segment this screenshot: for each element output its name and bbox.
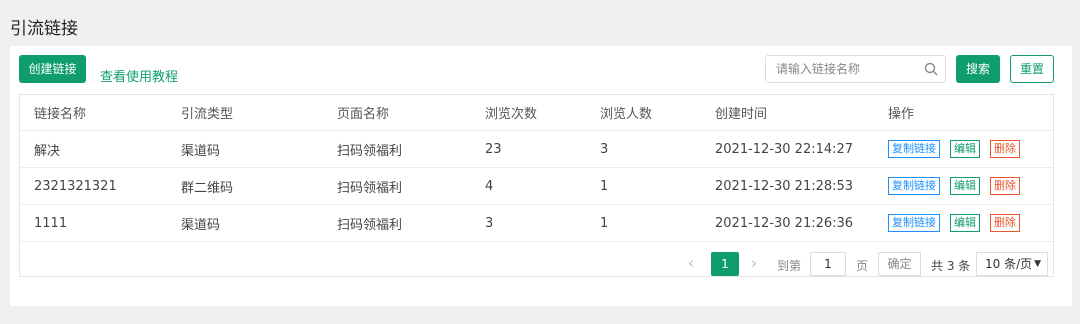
column-header-views: 浏览次数 xyxy=(471,95,586,131)
cell-views: 4 xyxy=(471,167,586,205)
cell-link-name: 解决 xyxy=(20,130,167,168)
main-panel: 创建链接 查看使用教程 搜索 重置 链接名称 引流类型 页面名称 浏览次数 浏览… xyxy=(10,46,1072,306)
cell-visitors: 1 xyxy=(586,167,701,205)
goto-confirm-button[interactable]: 确定 xyxy=(878,252,921,276)
column-header-visitors: 浏览人数 xyxy=(586,95,701,131)
create-link-button[interactable]: 创建链接 xyxy=(19,55,86,83)
goto-label: 到第 xyxy=(777,259,802,273)
search-box xyxy=(765,55,946,83)
cell-views: 23 xyxy=(471,130,586,168)
goto-page-input[interactable]: 1 xyxy=(810,252,846,276)
cell-traffic-type: 渠道码 xyxy=(167,204,323,242)
page-size-value: 10 条/页 xyxy=(985,257,1033,271)
caret-down-icon: ▼ xyxy=(1034,259,1041,269)
copy-link-button[interactable]: 复制链接 xyxy=(888,177,940,195)
table-row: 2321321321 群二维码 扫码领福利 4 1 2021-12-30 21:… xyxy=(20,167,1053,205)
pagination: ‹ 1 › 到第 1 页 确定 共 3 条 10 条/页 ▼ xyxy=(20,250,1053,277)
cell-page-name: 扫码领福利 xyxy=(323,204,471,242)
page-suffix-label: 页 xyxy=(856,259,869,273)
search-icon[interactable] xyxy=(924,62,938,76)
cell-created-time: 2021-12-30 21:26:36 xyxy=(701,204,874,242)
page-number-button[interactable]: 1 xyxy=(711,252,739,276)
total-count: 共 3 条 xyxy=(931,259,971,273)
table-row: 1111 渠道码 扫码领福利 3 1 2021-12-30 21:26:36 复… xyxy=(20,204,1053,242)
column-header-link-name: 链接名称 xyxy=(20,95,167,131)
search-input[interactable] xyxy=(766,56,924,82)
links-table: 链接名称 引流类型 页面名称 浏览次数 浏览人数 创建时间 操作 解决 渠道码 … xyxy=(19,94,1054,277)
cell-visitors: 1 xyxy=(586,204,701,242)
chevron-right-icon[interactable]: › xyxy=(751,254,757,272)
delete-button[interactable]: 删除 xyxy=(990,177,1020,195)
copy-link-button[interactable]: 复制链接 xyxy=(888,214,940,232)
edit-button[interactable]: 编辑 xyxy=(950,140,980,158)
search-button[interactable]: 搜索 xyxy=(956,55,1000,83)
column-header-actions: 操作 xyxy=(874,95,1053,131)
cell-page-name: 扫码领福利 xyxy=(323,130,471,168)
cell-views: 3 xyxy=(471,204,586,242)
column-header-traffic-type: 引流类型 xyxy=(167,95,323,131)
copy-link-button[interactable]: 复制链接 xyxy=(888,140,940,158)
table-header-row: 链接名称 引流类型 页面名称 浏览次数 浏览人数 创建时间 操作 xyxy=(20,95,1053,131)
column-header-page-name: 页面名称 xyxy=(323,95,471,131)
view-tutorial-link[interactable]: 查看使用教程 xyxy=(100,66,178,85)
cell-created-time: 2021-12-30 22:14:27 xyxy=(701,130,874,168)
cell-actions: 复制链接 编辑 删除 xyxy=(874,130,1053,168)
cell-traffic-type: 群二维码 xyxy=(167,167,323,205)
chevron-left-icon[interactable]: ‹ xyxy=(688,254,694,272)
page-size-select[interactable]: 10 条/页 ▼ xyxy=(976,252,1048,276)
cell-actions: 复制链接 编辑 删除 xyxy=(874,204,1053,242)
delete-button[interactable]: 删除 xyxy=(990,214,1020,232)
table-row: 解决 渠道码 扫码领福利 23 3 2021-12-30 22:14:27 复制… xyxy=(20,130,1053,168)
cell-visitors: 3 xyxy=(586,130,701,168)
cell-traffic-type: 渠道码 xyxy=(167,130,323,168)
cell-page-name: 扫码领福利 xyxy=(323,167,471,205)
cell-actions: 复制链接 编辑 删除 xyxy=(874,167,1053,205)
column-header-created-time: 创建时间 xyxy=(701,95,874,131)
delete-button[interactable]: 删除 xyxy=(990,140,1020,158)
page-title: 引流链接 xyxy=(10,19,78,39)
reset-button[interactable]: 重置 xyxy=(1010,55,1054,83)
edit-button[interactable]: 编辑 xyxy=(950,214,980,232)
edit-button[interactable]: 编辑 xyxy=(950,177,980,195)
cell-created-time: 2021-12-30 21:28:53 xyxy=(701,167,874,205)
cell-link-name: 1111 xyxy=(20,204,167,242)
cell-link-name: 2321321321 xyxy=(20,167,167,205)
